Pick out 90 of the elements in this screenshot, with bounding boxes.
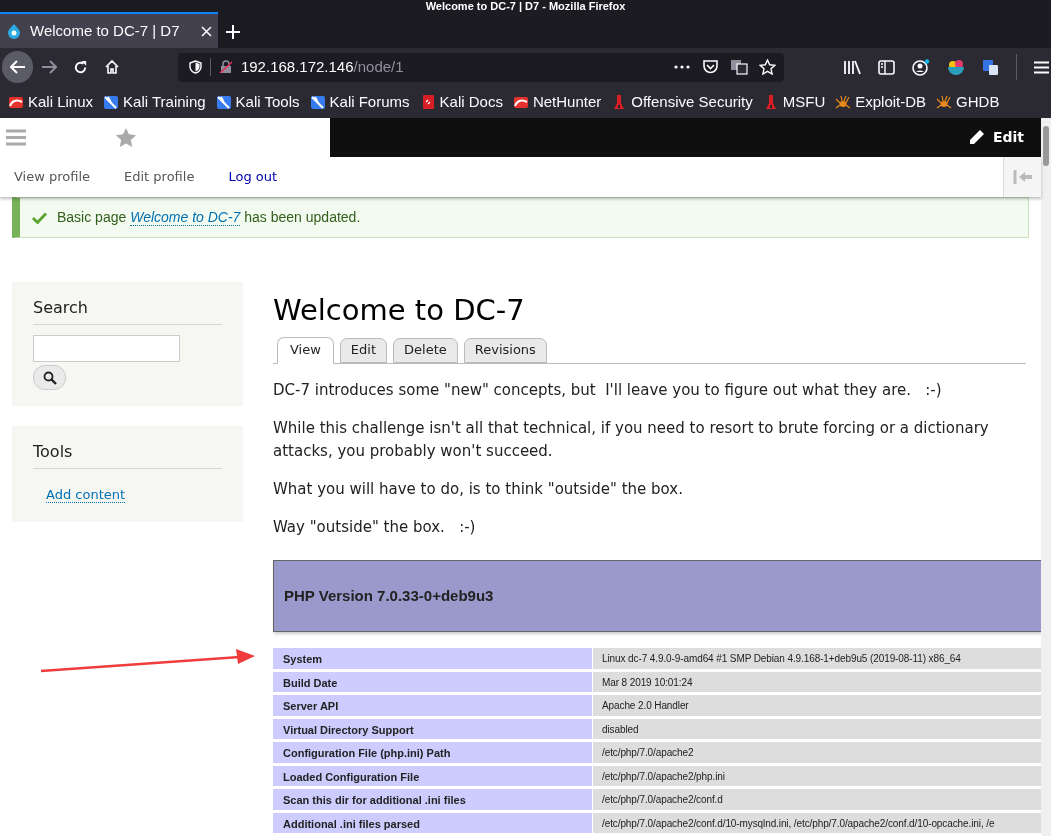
table-cell: disabled (593, 718, 1041, 739)
message-text: Basic page Welcome to DC-7 has been updated. (57, 208, 361, 228)
bookmark-item[interactable]: Exploit-DB (835, 90, 927, 114)
page-tab[interactable]: Edit (339, 338, 388, 363)
sidebar-icon[interactable] (878, 59, 895, 75)
table-cell: Mar 8 2019 10:01:24 (593, 671, 1041, 692)
bookmark-label: Kali Linux (28, 91, 94, 112)
php-version-heading: PHP Version 7.0.33-0+deb9u3 (284, 585, 494, 606)
table-cell: Server API (273, 695, 592, 716)
table-cell: Build Date (273, 671, 592, 692)
library-icon[interactable] (843, 59, 861, 75)
search-icon (42, 370, 57, 385)
back-arrow-icon (9, 60, 26, 74)
block-title: Tools (33, 440, 222, 469)
back-button[interactable] (2, 51, 34, 83)
page-title: Welcome to DC-7 (273, 292, 526, 328)
translate-icon[interactable] (982, 58, 999, 76)
table-cell: Additional .ini files parsed (273, 812, 592, 833)
table-cell: /etc/php/7.0/apache2 (593, 742, 1041, 763)
home-icon (104, 59, 121, 75)
bookmark-item[interactable]: Kali Forums (309, 90, 410, 114)
reload-icon (73, 59, 89, 75)
bookmark-item[interactable]: NetHunter (512, 90, 602, 114)
window-title: Welcome to DC-7 | D7 - Mozilla Firefox (425, 0, 626, 12)
search-field[interactable] (33, 335, 180, 362)
more-icon[interactable] (674, 65, 690, 69)
table-cell: Configuration File (php.ini) Path (273, 742, 592, 763)
plus-icon (226, 25, 240, 39)
scrollbar[interactable] (1041, 118, 1051, 836)
page-tab[interactable]: Delete (393, 338, 458, 363)
check-icon (32, 211, 47, 224)
pocket-icon[interactable] (702, 59, 719, 75)
bookmark-item[interactable]: Offensive Security (611, 90, 753, 114)
table-cell: Apache 2.0 Handler (593, 695, 1041, 716)
account-icon[interactable] (912, 58, 930, 76)
bookmark-label: Exploit-DB (855, 91, 927, 112)
add-content-link[interactable]: Add content (46, 487, 126, 503)
paragraph: Way "outside" the box. :-) (273, 517, 477, 538)
url-text: 192.168.172.146/node/1 (240, 56, 404, 77)
table-cell: Linux dc-7 4.9.0-9-amd64 #1 SMP Debian 4.9.168-1+deb9u5 (2019-08-11) x86_64 (593, 648, 1041, 669)
edit-button[interactable]: Edit (967, 127, 1024, 148)
bookmark-label: NetHunter (532, 91, 602, 112)
table-cell: /etc/php/7.0/apache2/conf.d/10-mysqlnd.ini, /etc/php/7.0/apache2/conf.d/10-opcache.ini, /e (593, 812, 1041, 833)
bookmark-label: Kali Forums (329, 91, 410, 112)
table-cell: Virtual Directory Support (273, 718, 592, 739)
drop-icon (6, 23, 22, 39)
tab-title: Welcome to DC-7 | D7 (30, 20, 181, 41)
page-tab[interactable]: Revisions (463, 338, 547, 363)
bookmark-item[interactable]: Kali Training (103, 90, 206, 114)
shield-icon (188, 60, 202, 74)
spider-icon (835, 94, 852, 110)
spider-icon (936, 94, 953, 110)
bookmark-label: Kali Tools (235, 91, 300, 112)
close-icon[interactable] (201, 25, 212, 37)
forward-arrow-icon (41, 60, 58, 74)
user-link[interactable]: Edit profile (124, 167, 195, 187)
bookmark-item[interactable]: MSFU (762, 90, 826, 114)
orientation-toggle[interactable] (1003, 157, 1041, 197)
paragraph: While this challenge isn't all that technical, if you need to resort to brute forcing or a dictionary attacks, you probably won't succeed. (273, 418, 990, 462)
user-link[interactable]: View profile (14, 167, 91, 187)
user-link[interactable]: Log out (228, 167, 278, 187)
bookmark-label: MSFU (782, 91, 826, 112)
bookmark-label: Kali Training (123, 91, 206, 112)
insecure-lock-icon (218, 60, 233, 74)
address-bar[interactable]: 192.168.172.146/node/1 (177, 52, 784, 82)
fruit-bowl-icon[interactable] (947, 58, 965, 76)
search-button[interactable] (33, 365, 66, 390)
bookmark-label: GHDB (956, 91, 1000, 112)
paragraph: What you will have to do, is to think "outside" the box. (273, 479, 684, 500)
star-icon[interactable] (759, 59, 776, 75)
bookmark-label: Kali Docs (439, 91, 503, 112)
star-icon[interactable] (116, 128, 136, 147)
bookmark-item[interactable]: Kali Linux (8, 90, 94, 114)
table-cell: Loaded Configuration File (273, 765, 592, 786)
page-link[interactable]: Welcome to DC-7 (130, 209, 241, 226)
bookmark-item[interactable]: Kali Docs (419, 90, 503, 114)
table-cell: System (273, 648, 592, 669)
pin-left-icon (1012, 170, 1033, 184)
table-cell: /etc/php/7.0/apache2/conf.d (593, 789, 1041, 810)
bookmark-item[interactable]: GHDB (936, 90, 1000, 114)
browser-tab[interactable]: Welcome to DC-7 | D7 (0, 12, 218, 48)
paragraph: DC-7 introduces some "new" concepts, but I'll leave you to figure out what they are. :-) (273, 380, 943, 401)
table-cell: Scan this dir for additional .ini files (273, 789, 592, 810)
page-tab[interactable]: View (277, 337, 334, 364)
bookmark-label: Offensive Security (631, 91, 753, 112)
bookmark-item[interactable]: Kali Tools (215, 90, 300, 114)
pencil-icon (967, 129, 985, 146)
block-title: Search (33, 296, 222, 325)
table-cell: /etc/php/7.0/apache2/php.ini (593, 765, 1041, 786)
translate-icon[interactable] (730, 59, 748, 75)
